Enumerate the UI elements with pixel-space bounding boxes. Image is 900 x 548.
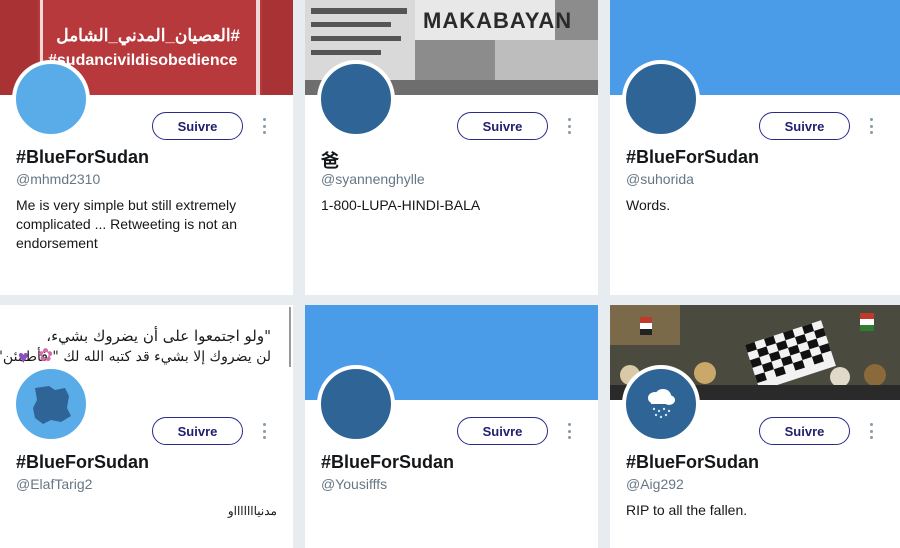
more-options-icon[interactable]	[866, 423, 876, 439]
more-options-icon[interactable]	[564, 423, 574, 439]
follow-button[interactable]: Suivre	[152, 417, 243, 445]
avatar[interactable]	[317, 60, 395, 138]
more-options-icon[interactable]	[866, 118, 876, 134]
profile-bio: 1-800-LUPA-HINDI-BALA	[321, 197, 481, 213]
avatar[interactable]	[317, 365, 395, 443]
avatar[interactable]	[622, 60, 700, 138]
banner-text-hashtag: #sudancivildisobedience	[48, 52, 238, 69]
profile-handle[interactable]: @mhmd2310	[16, 171, 100, 187]
profile-card[interactable]: Suivre #BlueForSudan @Aig292 RIP to all …	[610, 305, 900, 548]
profile-card[interactable]: MAKABAYAN Suivre 爸 @syannenghylle 1-800-…	[305, 0, 598, 295]
avatar[interactable]	[12, 365, 90, 443]
avatar[interactable]	[622, 365, 700, 443]
profile-bio: مدنياااااااو	[227, 504, 277, 518]
banner-text-line1: "ولو اجتمعوا على أن يضروك بشيء،	[46, 327, 271, 345]
follow-button[interactable]: Suivre	[759, 112, 850, 140]
profile-card[interactable]: #العصيان_المدني_الشامل #sudancivildisobe…	[0, 0, 293, 295]
profile-name[interactable]: #BlueForSudan	[16, 452, 149, 473]
profile-card[interactable]: Suivre #BlueForSudan @Yousifffs	[305, 305, 598, 548]
profile-handle[interactable]: @Aig292	[626, 476, 684, 492]
more-options-icon[interactable]	[259, 118, 269, 134]
profile-name[interactable]: 爸	[321, 147, 339, 173]
profile-bio: Me is very simple but still extremely co…	[16, 197, 238, 251]
banner-text: MAKABAYAN	[423, 8, 573, 33]
banner-text-arabic: #العصيان_المدني_الشامل	[56, 26, 240, 45]
more-options-icon[interactable]	[259, 423, 269, 439]
sudan-map-icon	[33, 386, 71, 424]
heart-icon: ♥	[18, 347, 29, 367]
profile-card[interactable]: Suivre #BlueForSudan @suhorida Words.	[610, 0, 900, 295]
profile-handle[interactable]: @syannenghylle	[321, 171, 425, 187]
follow-button[interactable]: Suivre	[152, 112, 243, 140]
profile-card[interactable]: "ولو اجتمعوا على أن يضروك بشيء، لن يضروك…	[0, 305, 293, 548]
profile-handle[interactable]: @ElafTarig2	[16, 476, 92, 492]
profile-handle[interactable]: @suhorida	[626, 171, 694, 187]
flower-icon: ✿	[38, 345, 54, 365]
banner-divider	[289, 307, 291, 367]
profile-card-grid: #العصيان_المدني_الشامل #sudancivildisobe…	[0, 0, 900, 548]
profile-name[interactable]: #BlueForSudan	[16, 147, 149, 168]
profile-name[interactable]: #BlueForSudan	[321, 452, 454, 473]
profile-name[interactable]: #BlueForSudan	[626, 452, 759, 473]
profile-bio: RIP to all the fallen.	[626, 502, 748, 518]
profile-handle[interactable]: @Yousifffs	[321, 476, 387, 492]
rain-cloud-icon	[648, 389, 675, 419]
profile-name[interactable]: #BlueForSudan	[626, 147, 759, 168]
follow-button[interactable]: Suivre	[759, 417, 850, 445]
profile-bio: Words.	[626, 197, 671, 213]
follow-button[interactable]: Suivre	[457, 417, 548, 445]
avatar[interactable]	[12, 60, 90, 138]
more-options-icon[interactable]	[564, 118, 574, 134]
follow-button[interactable]: Suivre	[457, 112, 548, 140]
